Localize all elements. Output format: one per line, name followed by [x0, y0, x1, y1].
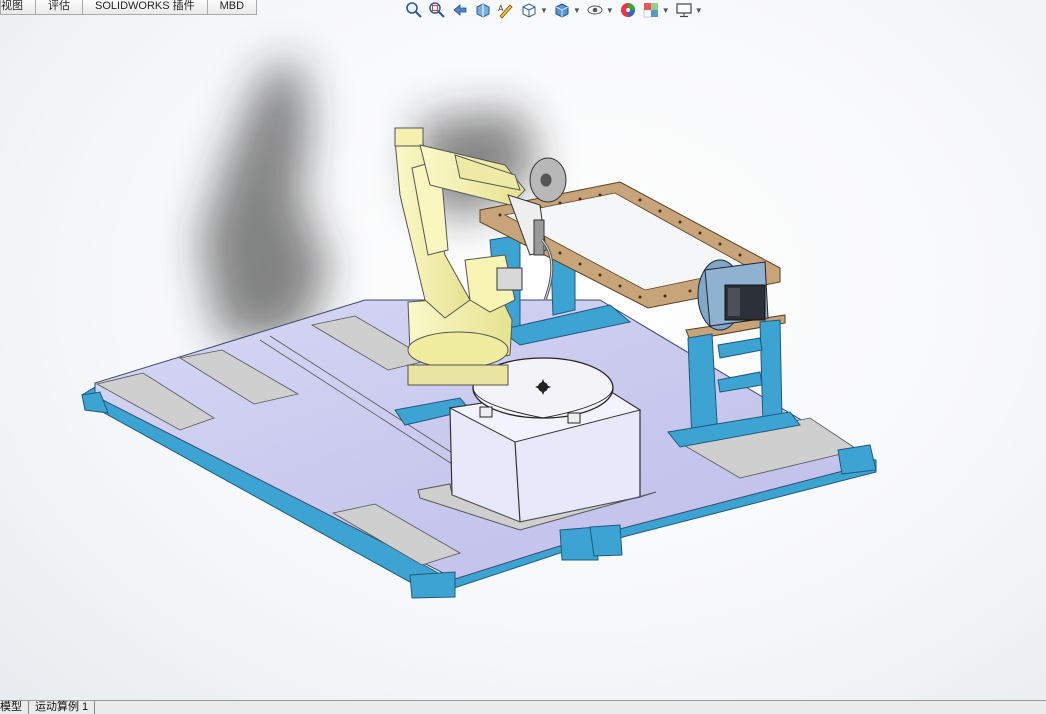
- edit-appearance-icon[interactable]: [618, 0, 638, 20]
- display-style-dropdown-icon[interactable]: ▼: [573, 6, 581, 15]
- tab-motion-study-1[interactable]: 运动算例 1: [35, 701, 96, 714]
- zoom-to-fit-icon[interactable]: [404, 0, 424, 20]
- graphics-area[interactable]: [0, 15, 1046, 700]
- command-manager-tabs: 视图 评估 SOLIDWORKS 插件 MBD: [0, 0, 258, 15]
- view-orientation-dropdown-icon[interactable]: ▼: [540, 6, 548, 15]
- hide-show-items-icon[interactable]: [585, 0, 605, 20]
- apply-scene-icon[interactable]: [641, 0, 661, 20]
- previous-view-icon[interactable]: [450, 0, 470, 20]
- assembly-model: [81, 60, 877, 599]
- tab-mbd[interactable]: MBD: [206, 0, 258, 15]
- hide-show-dropdown-icon[interactable]: ▼: [606, 6, 614, 15]
- tab-solidworks-addins[interactable]: SOLIDWORKS 插件: [82, 0, 208, 15]
- bottom-tabs: 模型 运动算例 1: [0, 700, 1046, 714]
- apply-scene-dropdown-icon[interactable]: ▼: [662, 6, 670, 15]
- dynamic-annotation-icon[interactable]: A: [496, 0, 516, 20]
- tab-view[interactable]: 视图: [0, 0, 36, 15]
- tab-model[interactable]: 模型: [0, 701, 29, 714]
- view-settings-icon[interactable]: [674, 0, 694, 20]
- heads-up-view-toolbar: A ▼ ▼ ▼ ▼ ▼: [404, 0, 707, 20]
- view-settings-dropdown-icon[interactable]: ▼: [695, 6, 703, 15]
- solidworks-window: 视图 评估 SOLIDWORKS 插件 MBD A ▼ ▼ ▼ ▼ ▼ 模型 运…: [0, 0, 1046, 714]
- zoom-to-area-icon[interactable]: [427, 0, 447, 20]
- svg-text:A: A: [498, 4, 504, 13]
- display-style-icon[interactable]: [552, 0, 572, 20]
- tab-evaluate[interactable]: 评估: [35, 0, 83, 15]
- section-view-icon[interactable]: [473, 0, 493, 20]
- view-orientation-icon[interactable]: [519, 0, 539, 20]
